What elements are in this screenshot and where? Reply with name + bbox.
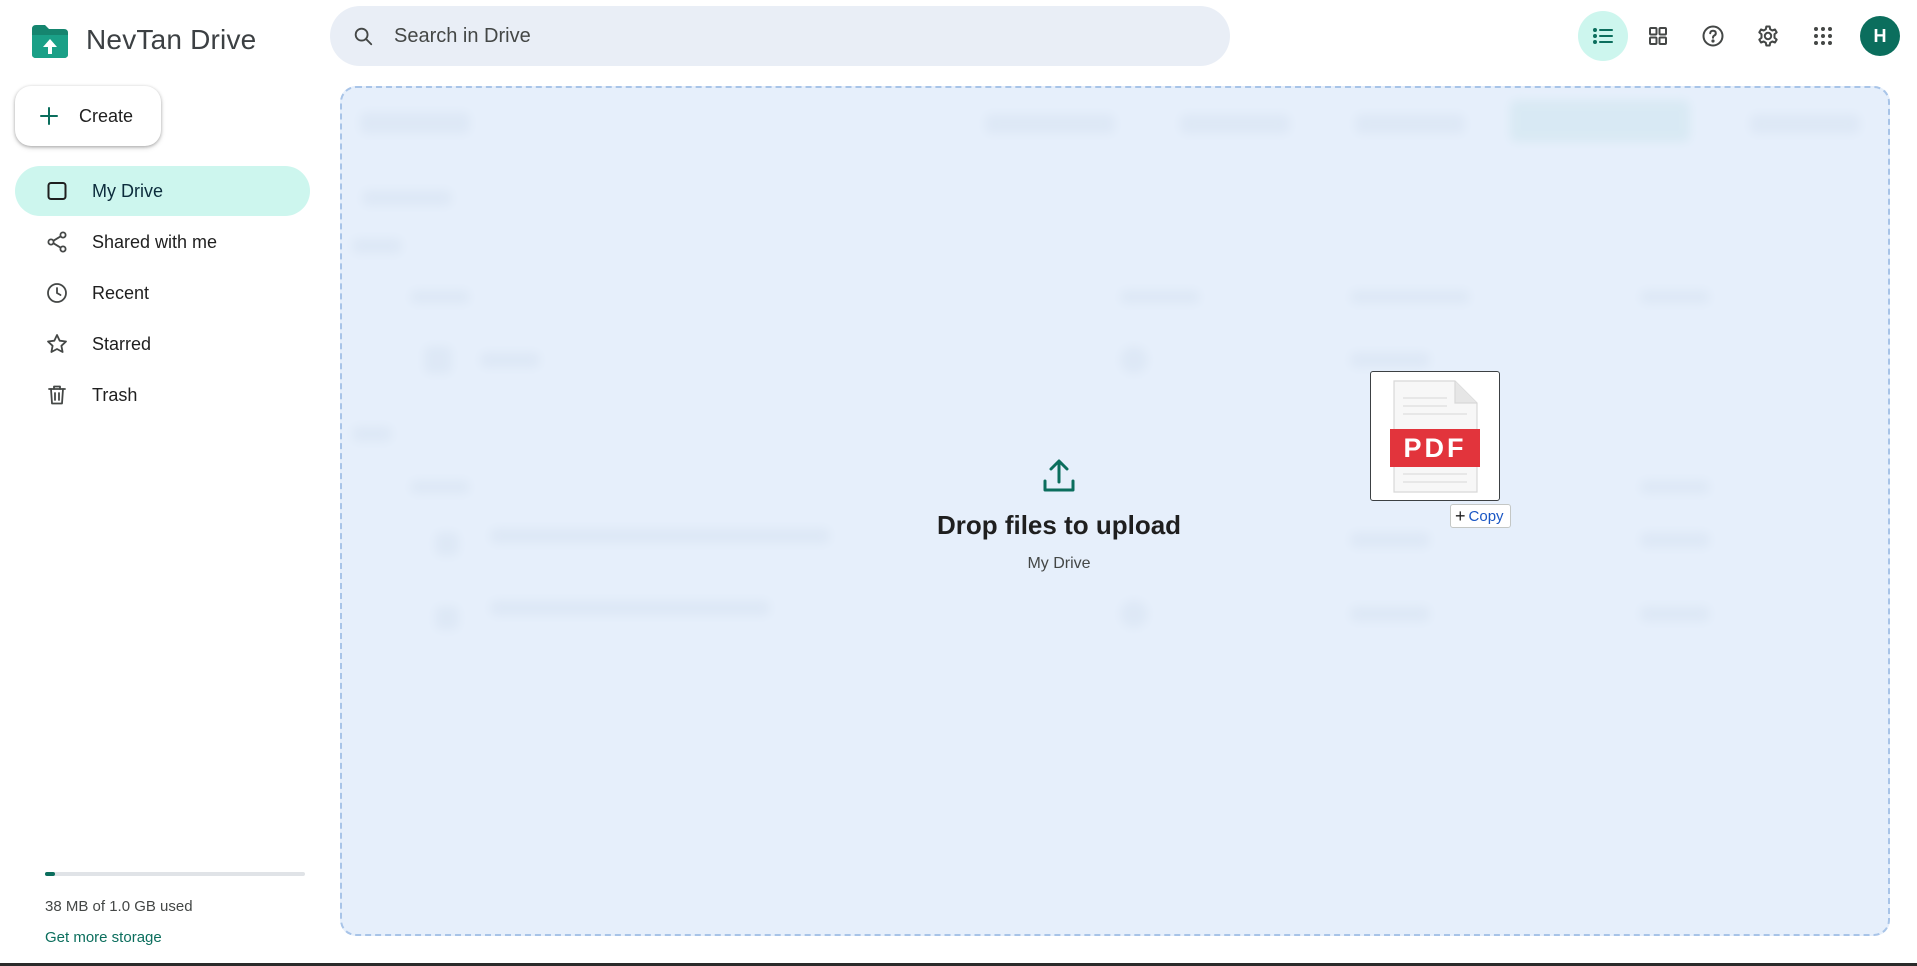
list-view-button[interactable] <box>1578 11 1628 61</box>
share-icon <box>47 231 67 253</box>
sidebar-item-label: Starred <box>92 333 152 354</box>
help-icon <box>1702 25 1724 47</box>
plus-icon <box>40 107 58 125</box>
trash-icon <box>48 385 66 405</box>
drive-icon <box>47 182 67 200</box>
dropzone-destination: My Drive <box>1027 555 1091 572</box>
get-more-storage-link[interactable]: Get more storage <box>45 929 162 946</box>
app-title: NevTan Drive <box>86 24 257 55</box>
avatar[interactable]: H <box>1860 16 1900 56</box>
apps-button[interactable] <box>1798 11 1848 61</box>
drive-logo-icon <box>32 25 68 58</box>
help-button[interactable] <box>1688 11 1738 61</box>
sidebar-item-label: Recent <box>92 282 150 303</box>
top-actions: H <box>1573 11 1900 61</box>
storage-widget: 38 MB of 1.0 GB used Get more storage <box>45 872 305 947</box>
sidebar-nav: My Drive Shared with me Recent Starred T… <box>15 166 310 421</box>
grid-view-button[interactable] <box>1633 11 1683 61</box>
dropzone-message: Drop files to upload My Drive <box>914 456 1204 573</box>
copy-badge: + Copy <box>1450 504 1511 528</box>
search-icon <box>354 27 373 46</box>
search-input[interactable] <box>394 24 1174 48</box>
sidebar-item-starred[interactable]: Starred <box>15 319 310 369</box>
star-icon <box>47 334 67 353</box>
sidebar-item-my-drive[interactable]: My Drive <box>15 166 310 216</box>
copy-label: Copy <box>1468 507 1504 525</box>
storage-progress-bar <box>45 872 305 876</box>
dropzone-title: Drop files to upload <box>936 510 1182 540</box>
sidebar-item-label: Shared with me <box>92 231 218 252</box>
sidebar-item-recent[interactable]: Recent <box>15 268 310 318</box>
app-brand[interactable]: NevTan Drive <box>30 20 256 60</box>
dragged-file-preview: PDF <box>1370 371 1500 501</box>
main-content: Drop files to upload My Drive PDF + Copy <box>340 86 1890 936</box>
sidebar-item-label: Trash <box>92 384 138 405</box>
upload-icon <box>1043 459 1075 492</box>
pdf-label: PDF <box>1404 433 1467 463</box>
settings-button[interactable] <box>1743 11 1793 61</box>
clock-icon <box>47 283 67 303</box>
sidebar-item-shared-with-me[interactable]: Shared with me <box>15 217 310 267</box>
gear-icon <box>1758 25 1778 47</box>
copy-plus-icon: + <box>1455 506 1466 526</box>
sidebar-item-label: My Drive <box>92 180 163 201</box>
storage-usage-text: 38 MB of 1.0 GB used <box>45 898 193 915</box>
grid-view-icon <box>1649 27 1667 45</box>
sidebar-item-trash[interactable]: Trash <box>15 370 310 420</box>
storage-progress-fill <box>45 872 55 876</box>
create-label: Create <box>79 105 134 126</box>
create-button[interactable]: Create <box>15 86 161 146</box>
list-view-icon <box>1593 28 1613 44</box>
apps-grid-icon <box>1814 27 1832 45</box>
pdf-file-icon: PDF <box>1390 380 1480 493</box>
search-bar[interactable] <box>330 6 1230 66</box>
